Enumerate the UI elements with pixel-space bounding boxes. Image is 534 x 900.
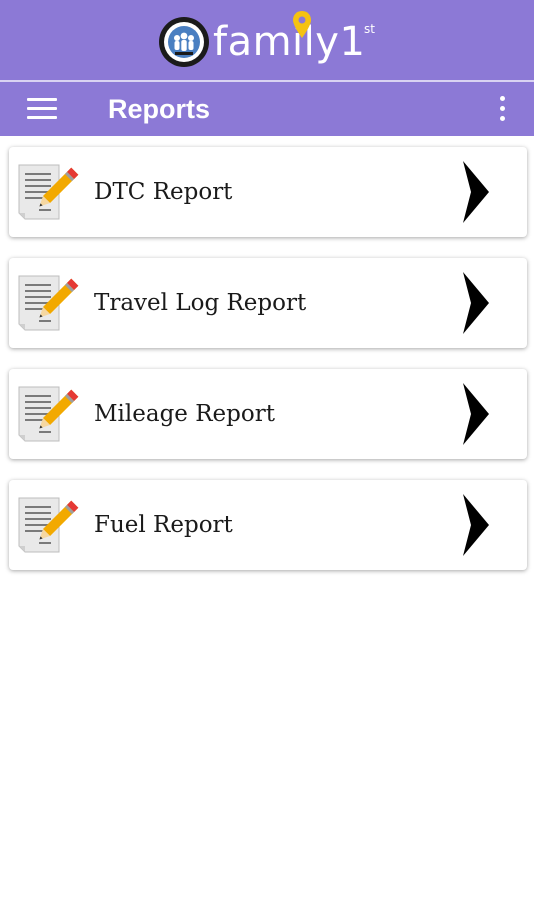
brand-header: family1 st [0, 0, 534, 80]
report-label: Travel Log Report [94, 290, 307, 316]
report-label: DTC Report [94, 179, 233, 205]
document-pencil-icon [18, 275, 79, 331]
family-badge-icon [159, 17, 209, 67]
chevron-right-icon [463, 272, 489, 334]
brand-name: family1 [213, 19, 366, 65]
app-toolbar: Reports [0, 82, 534, 136]
brand-superscript: st [364, 22, 375, 36]
document-pencil-icon [18, 497, 79, 553]
chevron-right-icon [463, 161, 489, 223]
report-item-travel-log[interactable]: Travel Log Report [9, 258, 527, 348]
location-pin-icon [293, 11, 311, 38]
app-logo: family1 st [158, 11, 388, 74]
report-label: Mileage Report [94, 401, 275, 427]
chevron-right-icon [463, 494, 489, 556]
more-vert-icon[interactable] [488, 92, 518, 126]
report-item-fuel[interactable]: Fuel Report [9, 480, 527, 570]
document-pencil-icon [18, 164, 79, 220]
page-title: Reports [108, 94, 211, 124]
report-item-mileage[interactable]: Mileage Report [9, 369, 527, 459]
chevron-right-icon [463, 383, 489, 445]
report-item-dtc[interactable]: DTC Report [9, 147, 527, 237]
document-pencil-icon [18, 386, 79, 442]
report-label: Fuel Report [94, 512, 233, 538]
hamburger-menu-icon[interactable] [22, 90, 62, 128]
